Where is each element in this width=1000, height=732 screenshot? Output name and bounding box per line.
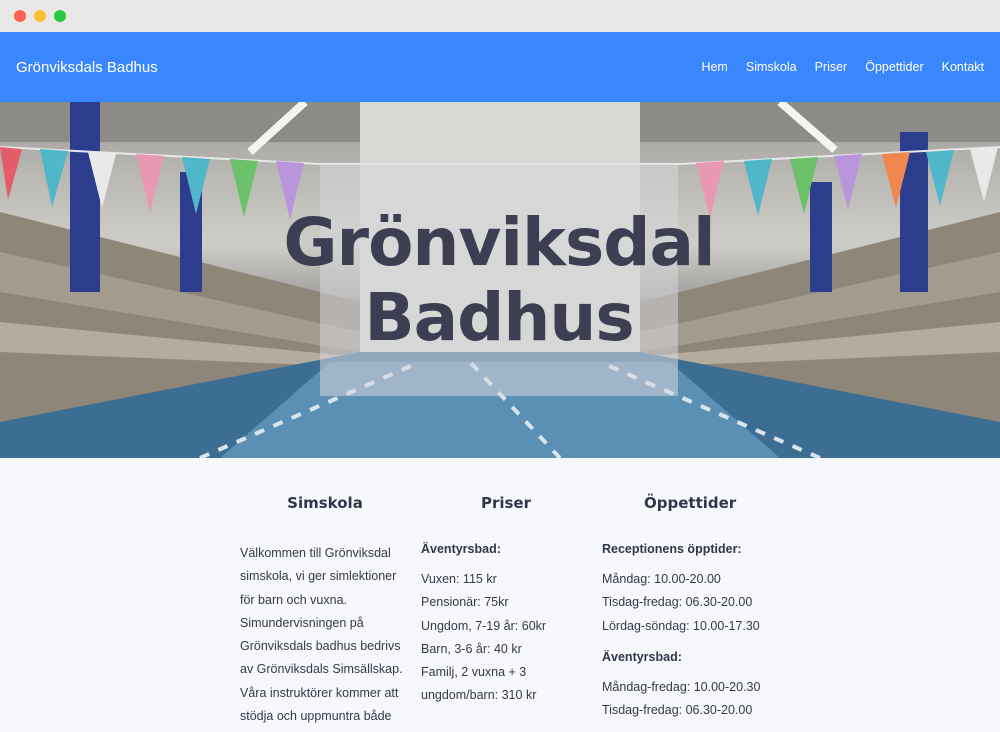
reception-hours-list: Måndag: 10.00-20.00 Tisdag-fredag: 06.30… <box>602 568 802 638</box>
price-line: Pensionär: 75kr <box>421 595 509 610</box>
top-navbar: Grönviksdals Badhus Hem Simskola Priser … <box>0 32 1000 102</box>
bath-hours-list: Måndag-fredag: 10.00-20.30 Tisdag-fredag… <box>602 676 802 723</box>
price-line: Ungdom, 7-19 år: 60kr <box>421 618 547 633</box>
hero-section: Grönviksdal Badhus <box>0 102 1000 458</box>
price-line: Familj, 2 vuxna + 3 <box>421 665 527 680</box>
nav-link-priser[interactable]: Priser <box>815 60 848 74</box>
nav-link-kontakt[interactable]: Kontakt <box>942 60 984 74</box>
oppettider-heading: Öppettider <box>644 494 737 512</box>
hero-title-panel: Grönviksdal Badhus <box>283 164 716 396</box>
nav-link-oppettider[interactable]: Öppettider <box>865 60 923 74</box>
main-nav: Hem Simskola Priser Öppettider Kontakt <box>701 60 984 74</box>
nav-link-hem[interactable]: Hem <box>701 60 727 74</box>
priser-subheading: Äventyrsbad: <box>421 542 501 556</box>
price-line: Barn, 3-6 år: 40 kr <box>421 641 522 656</box>
price-list: Vuxen: 115 kr Pensionär: 75kr Ungdom, 7-… <box>421 568 591 708</box>
simskola-heading: Simskola <box>287 494 363 512</box>
info-section: Simskola Välkommen till Grönviksdal sims… <box>0 458 1000 732</box>
site-brand[interactable]: Grönviksdals Badhus <box>16 59 158 76</box>
hero-title-line2: Badhus <box>364 279 634 356</box>
hours-line: Måndag: 10.00-20.00 <box>602 572 721 586</box>
hero-title-line1: Grönviksdal <box>283 203 715 281</box>
oppettider-column: Öppettider Receptionens öpptider: Måndag… <box>602 494 802 722</box>
window-titlebar <box>0 0 1000 32</box>
hours-line: Lördag-söndag: 10.00-17.30 <box>602 618 760 633</box>
hours-line: Måndag-fredag: 10.00-20.30 <box>602 679 761 694</box>
maximize-window-button[interactable] <box>54 10 66 22</box>
minimize-window-button[interactable] <box>34 10 46 22</box>
simskola-column: Simskola Välkommen till Grönviksdal sims… <box>240 494 410 728</box>
hours-line: Tisdag-fredag: 06.30-20.00 <box>602 703 753 718</box>
hours-line: Tisdag-fredag: 06.30-20.00 <box>602 595 753 610</box>
browser-window: Grönviksdals Badhus Hem Simskola Priser … <box>0 0 1000 732</box>
priser-heading: Priser <box>480 494 532 512</box>
bath-hours-heading: Äventyrsbad: <box>602 649 682 664</box>
close-window-button[interactable] <box>14 10 26 22</box>
price-line: ungdom/barn: 310 kr <box>421 688 537 703</box>
reception-hours-heading: Receptionens öpptider: <box>602 542 742 556</box>
nav-link-simskola[interactable]: Simskola <box>746 60 797 74</box>
hero-title: Grönviksdal Badhus <box>283 203 715 356</box>
price-line: Vuxen: 115 kr <box>421 572 497 586</box>
priser-column: Priser Äventyrsbad: Vuxen: 115 kr Pensio… <box>421 494 591 708</box>
simskola-text: Välkommen till Grönviksdal simskola, vi … <box>240 546 403 724</box>
